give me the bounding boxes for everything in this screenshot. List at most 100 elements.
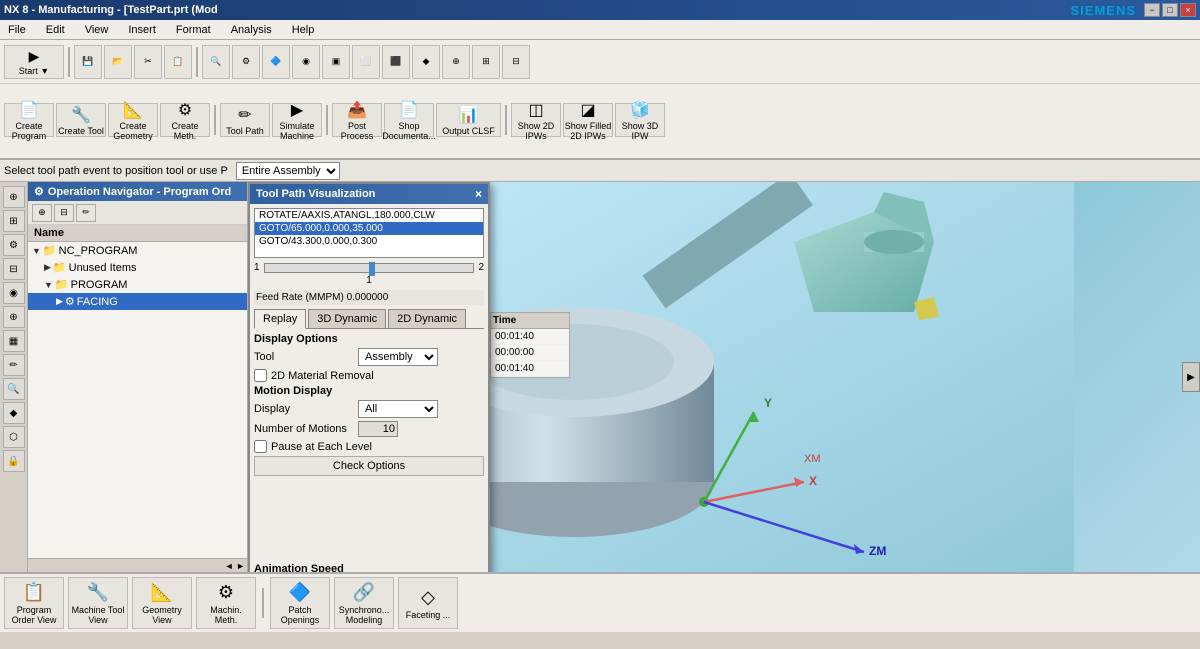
sidebar-icon-8[interactable]: ✏ [3, 354, 25, 376]
create-method-btn[interactable]: ⚙ CreateMeth. [160, 103, 210, 137]
geometry-view-btn[interactable]: 📐 GeometryView [132, 577, 192, 629]
shop-documentation-btn[interactable]: 📄 ShopDocumenta... [384, 103, 434, 137]
tab-3d-dynamic[interactable]: 3D Dynamic [308, 309, 386, 328]
sidebar-icon-12[interactable]: 🔒 [3, 450, 25, 472]
tree-item-program[interactable]: ▼ 📁 PROGRAM [28, 276, 247, 293]
tab-2d-dynamic[interactable]: 2D Dynamic [388, 309, 466, 328]
menu-help[interactable]: Help [288, 22, 319, 38]
output-clsf-btn[interactable]: 📊 Output CLSF [436, 103, 501, 137]
toolbar-btn-12[interactable]: ◆ [412, 45, 440, 79]
toolbar-btn-4[interactable]: 📋 [164, 45, 192, 79]
cmd-item-0[interactable]: ROTATE/AAXIS,ATANGL,180.000,CLW [255, 209, 483, 222]
position-row: 1 2 [254, 262, 484, 273]
command-list[interactable]: ROTATE/AAXIS,ATANGL,180.000,CLW GOTO/65.… [254, 208, 484, 258]
op-nav-btn-1[interactable]: ⊕ [32, 204, 52, 222]
toolbar-btn-3[interactable]: ✂ [134, 45, 162, 79]
toolbar-btn-5[interactable]: 🔍 [202, 45, 230, 79]
sidebar-icon-7[interactable]: ▦ [3, 330, 25, 352]
menu-analysis[interactable]: Analysis [227, 22, 276, 38]
machine-method-btn[interactable]: ⚙ Machin.Meth. [196, 577, 256, 629]
simulate-label: SimulateMachine [279, 121, 314, 141]
toolbar-btn-8[interactable]: ◉ [292, 45, 320, 79]
sidebar-icon-11[interactable]: ⬡ [3, 426, 25, 448]
sidebar-icon-4[interactable]: ⊟ [3, 258, 25, 280]
toolbar-btn-6[interactable]: ⚙ [232, 45, 260, 79]
minimize-button[interactable]: − [1144, 3, 1160, 17]
tree-label-facing: FACING [77, 296, 118, 308]
start-button[interactable]: ▶ Start ▼ [4, 45, 64, 79]
machine-tool-view-btn[interactable]: 🔧 Machine ToolView [68, 577, 128, 629]
num-motions-input[interactable] [358, 421, 398, 437]
toolbar-btn-7[interactable]: 🔷 [262, 45, 290, 79]
pos-min: 1 [254, 262, 260, 273]
create-tool-btn[interactable]: 🔧 Create Tool [56, 103, 106, 137]
h-scrollbar[interactable]: ◄ ► [28, 558, 247, 572]
sidebar-icon-1[interactable]: ⊕ [3, 186, 25, 208]
tool-select[interactable]: Assembly Tool Only [358, 348, 438, 366]
sidebar-icon-5[interactable]: ◉ [3, 282, 25, 304]
create-geometry-btn[interactable]: 📐 CreateGeometry [108, 103, 158, 137]
menu-format[interactable]: Format [172, 22, 215, 38]
program-order-view-btn[interactable]: 📋 ProgramOrder View [4, 577, 64, 629]
tree-item-unused[interactable]: ▶ 📁 Unused Items [28, 259, 247, 276]
op-nav-btn-3[interactable]: ✏ [76, 204, 96, 222]
material-removal-label: 2D Material Removal [271, 370, 374, 382]
sidebar-icon-10[interactable]: ◆ [3, 402, 25, 424]
toolbar-btn-9[interactable]: ▣ [322, 45, 350, 79]
sidebar-icon-6[interactable]: ⊕ [3, 306, 25, 328]
toolbar-btn-1[interactable]: 💾 [74, 45, 102, 79]
toolbar-btn-14[interactable]: ⊞ [472, 45, 500, 79]
position-thumb[interactable] [369, 262, 375, 276]
simulate-machine-btn[interactable]: ▶ SimulateMachine [272, 103, 322, 137]
faceting-btn[interactable]: ◇ Faceting ... [398, 577, 458, 629]
check-options-button[interactable]: Check Options [254, 456, 484, 476]
tool-path-btn[interactable]: ✏ Tool Path [220, 103, 270, 137]
op-navigator: ⚙ Operation Navigator - Program Ord ⊕ ⊟ … [28, 182, 248, 572]
toolbar-btn-10[interactable]: ⬜ [352, 45, 380, 79]
position-track[interactable] [264, 263, 475, 273]
sidebar-icon-9[interactable]: 🔍 [3, 378, 25, 400]
tool-path-dialog: Tool Path Visualization × ROTATE/AAXIS,A… [248, 182, 490, 572]
show-2d-ipws-btn[interactable]: ◫ Show 2DIPWs [511, 103, 561, 137]
machine-tool-label: Machine ToolView [72, 605, 125, 625]
material-removal-checkbox[interactable] [254, 369, 267, 382]
dialog-close-button[interactable]: × [475, 187, 482, 201]
close-button[interactable]: × [1180, 3, 1196, 17]
pause-checkbox[interactable] [254, 440, 267, 453]
cmd-item-1[interactable]: GOTO/65.000,0.000,35.000 [255, 222, 483, 235]
svg-text:XM: XM [804, 453, 821, 465]
toolbar-btn-15[interactable]: ⊟ [502, 45, 530, 79]
material-removal-row: 2D Material Removal [254, 369, 484, 382]
siemens-logo: SIEMENS [1070, 3, 1136, 18]
tree-item-facing[interactable]: ▶ ⚙ FACING [28, 293, 247, 310]
patch-openings-btn[interactable]: 🔷 PatchOpenings [270, 577, 330, 629]
menu-edit[interactable]: Edit [42, 22, 69, 38]
create-tool-label: Create Tool [58, 126, 104, 136]
sidebar-icon-3[interactable]: ⚙ [3, 234, 25, 256]
toolbar-area: ▶ Start ▼ 💾 📂 ✂ 📋 🔍 ⚙ 🔷 ◉ ▣ ⬜ ⬛ ◆ ⊕ ⊞ ⊟ … [0, 40, 1200, 160]
animation-speed-header: Animation Speed [254, 563, 484, 572]
synchrono-modeling-btn[interactable]: 🔗 Synchrono...Modeling [334, 577, 394, 629]
menu-file[interactable]: File [4, 22, 30, 38]
cmd-item-2[interactable]: GOTO/43.300,0.000,0.300 [255, 235, 483, 248]
menu-insert[interactable]: Insert [124, 22, 160, 38]
post-process-btn[interactable]: 📤 PostProcess [332, 103, 382, 137]
display-select[interactable]: All Current None [358, 400, 438, 418]
create-program-btn[interactable]: 📄 CreateProgram [4, 103, 54, 137]
show-filled-2d-btn[interactable]: ◪ Show Filled2D IPWs [563, 103, 613, 137]
assembly-dropdown[interactable]: Entire Assembly [236, 162, 340, 180]
op-nav-btn-2[interactable]: ⊟ [54, 204, 74, 222]
tree-icon-facing: ⚙ [65, 295, 75, 308]
maximize-button[interactable]: □ [1162, 3, 1178, 17]
nav-arrow-right[interactable]: ▶ [1182, 362, 1200, 392]
toolbar-btn-11[interactable]: ⬛ [382, 45, 410, 79]
menu-view[interactable]: View [81, 22, 113, 38]
sidebar-icon-2[interactable]: ⊞ [3, 210, 25, 232]
toolbar-btn-13[interactable]: ⊕ [442, 45, 470, 79]
show-filled-label: Show Filled2D IPWs [565, 121, 612, 141]
num-motions-row: Number of Motions [254, 421, 484, 437]
tab-replay[interactable]: Replay [254, 309, 306, 329]
tree-item-nc-program[interactable]: ▼ 📁 NC_PROGRAM [28, 242, 247, 259]
show-3d-ipw-btn[interactable]: 🧊 Show 3DIPW [615, 103, 665, 137]
toolbar-btn-2[interactable]: 📂 [104, 45, 132, 79]
